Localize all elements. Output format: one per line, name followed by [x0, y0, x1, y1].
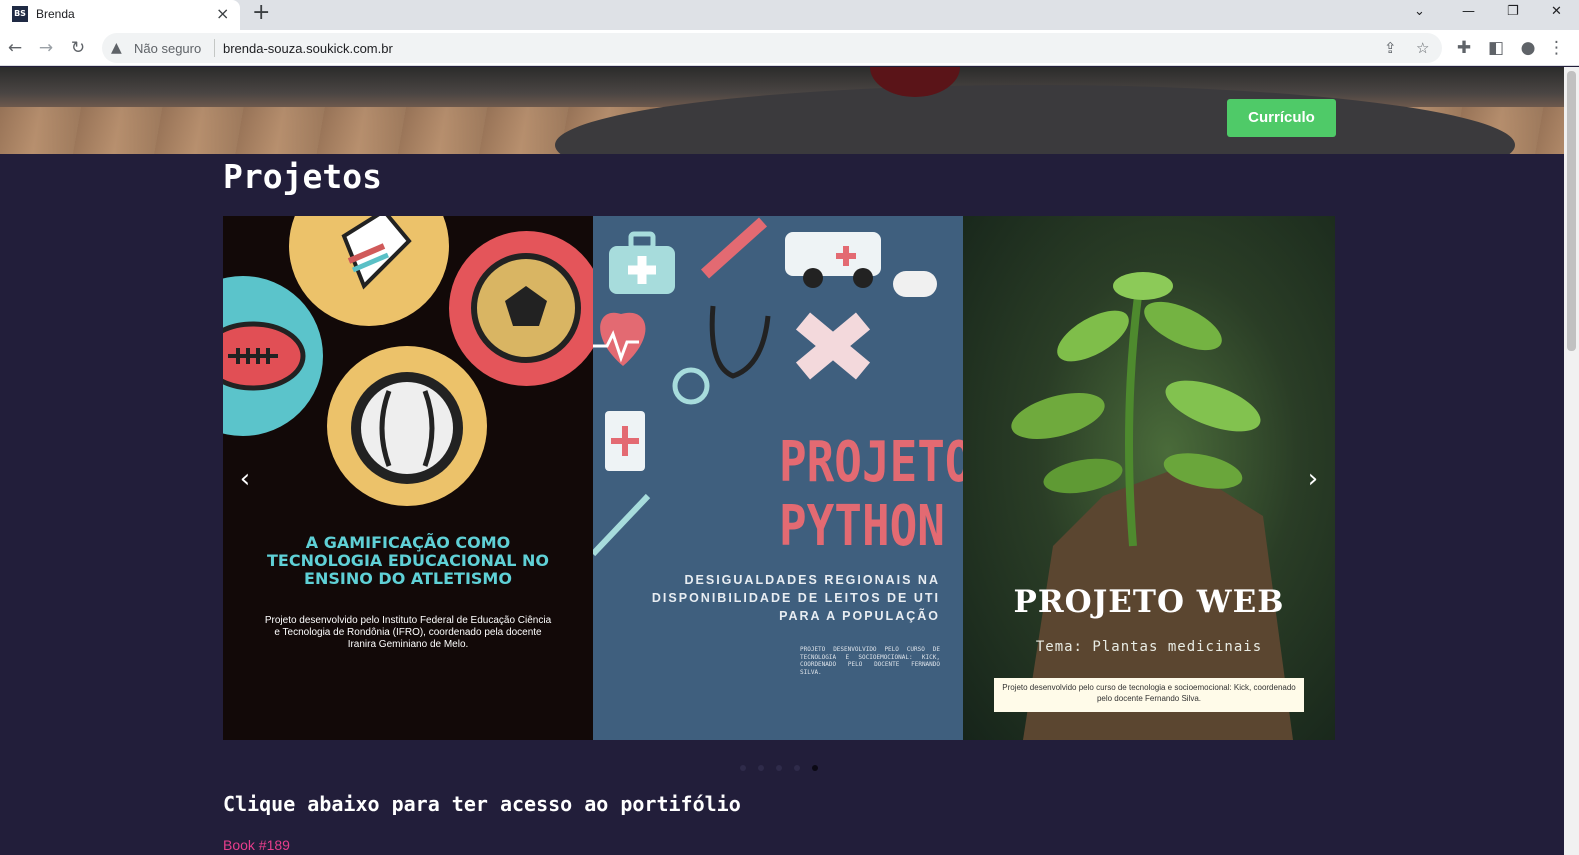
carousel-prev-icon[interactable]: ‹	[230, 464, 260, 494]
carousel-indicator[interactable]	[776, 765, 782, 771]
slide-2-subtitle: DESIGUALDADES REGIONAIS NA DISPONIBILIDA…	[651, 573, 940, 623]
carousel-indicators	[740, 758, 830, 771]
tab-search-chevron-icon[interactable]: ⌄	[1414, 2, 1425, 22]
project-slide-python[interactable]: PROJETO PYTHON DESIGUALDADES REGIONAIS NA…	[593, 216, 963, 740]
new-tab-icon[interactable]: +	[252, 1, 270, 25]
project-slide-web[interactable]: PROJETO WEB Tema: Plantas medicinais Pro…	[963, 216, 1335, 740]
page-viewport: Currículo Projetos A GAMIFICAÇÃO COMO TE…	[0, 67, 1564, 855]
share-icon[interactable]: ⇪	[1384, 37, 1397, 59]
page-scrollbar[interactable]	[1564, 67, 1579, 855]
carousel-indicator[interactable]	[758, 765, 764, 771]
menu-kebab-icon[interactable]: ⋮	[1548, 36, 1565, 60]
close-tab-icon[interactable]: ×	[216, 4, 229, 24]
hero-cushion-image	[555, 85, 1515, 154]
restore-icon[interactable]: ❐	[1507, 2, 1519, 22]
extensions-icon[interactable]: ✚	[1452, 36, 1476, 60]
slide-2-title: PROJETO PYTHON	[779, 430, 963, 559]
slide-2-note: PROJETO DESENVOLVIDO PELO CURSO DE TECNO…	[800, 646, 940, 676]
plant-photo-image	[1011, 272, 1293, 740]
projects-carousel[interactable]: A GAMIFICAÇÃO COMO TECNOLOGIA EDUCACIONA…	[223, 216, 1335, 740]
address-bar[interactable]: ▲ Não seguro brenda-souza.soukick.com.br…	[102, 33, 1442, 63]
carousel-indicator[interactable]	[794, 765, 800, 771]
profile-avatar-icon[interactable]: ●	[1516, 36, 1540, 60]
curriculo-button[interactable]: Currículo	[1227, 99, 1336, 137]
bookmark-star-icon[interactable]: ☆	[1416, 37, 1429, 59]
projects-heading: Projetos	[223, 157, 382, 196]
carousel-indicator[interactable]	[740, 765, 746, 771]
back-icon[interactable]: ←	[3, 36, 27, 60]
side-panel-icon[interactable]: ◧	[1484, 36, 1508, 60]
baseball-icon	[327, 346, 487, 506]
slide-3-note: Projeto desenvolvido pelo curso de tecno…	[994, 678, 1304, 712]
slide-1-title: A GAMIFICAÇÃO COMO TECNOLOGIA EDUCACIONA…	[267, 533, 549, 588]
forward-icon[interactable]: →	[34, 36, 58, 60]
browser-tab[interactable]: BS Brenda ×	[0, 0, 240, 30]
browser-toolbar: ← → ↻ ▲ Não seguro brenda-souza.soukick.…	[0, 30, 1579, 66]
portfolio-heading: Clique abaixo para ter acesso ao portifó…	[223, 792, 741, 816]
url-text[interactable]: brenda-souza.soukick.com.br	[223, 41, 393, 56]
hero-banner: Currículo	[0, 67, 1564, 154]
project-slide-gamification[interactable]: A GAMIFICAÇÃO COMO TECNOLOGIA EDUCACIONA…	[223, 216, 593, 740]
address-divider	[214, 39, 215, 57]
carousel-indicator-active[interactable]	[812, 765, 818, 771]
football-icon	[223, 276, 323, 436]
favicon-icon: BS	[12, 6, 28, 22]
scrollbar-thumb[interactable]	[1567, 71, 1576, 351]
browser-tab-bar: BS Brenda × + ⌄ — ❐ ✕	[0, 0, 1579, 30]
slide-1-description: Projeto desenvolvido pelo Instituto Fede…	[264, 615, 552, 650]
minimize-icon[interactable]: —	[1462, 2, 1475, 22]
portfolio-link[interactable]: Book #189	[223, 837, 290, 853]
carousel-next-icon[interactable]: ›	[1298, 464, 1328, 494]
close-window-icon[interactable]: ✕	[1551, 2, 1562, 22]
tab-title: Brenda	[36, 7, 75, 21]
not-secure-label[interactable]: Não seguro	[134, 41, 201, 56]
slide-3-title: PROJETO WEB	[1013, 584, 1285, 620]
reload-icon[interactable]: ↻	[66, 36, 90, 60]
slide-3-subtitle: Tema: Plantas medicinais	[1035, 639, 1263, 655]
warning-icon[interactable]: ▲	[111, 38, 122, 58]
